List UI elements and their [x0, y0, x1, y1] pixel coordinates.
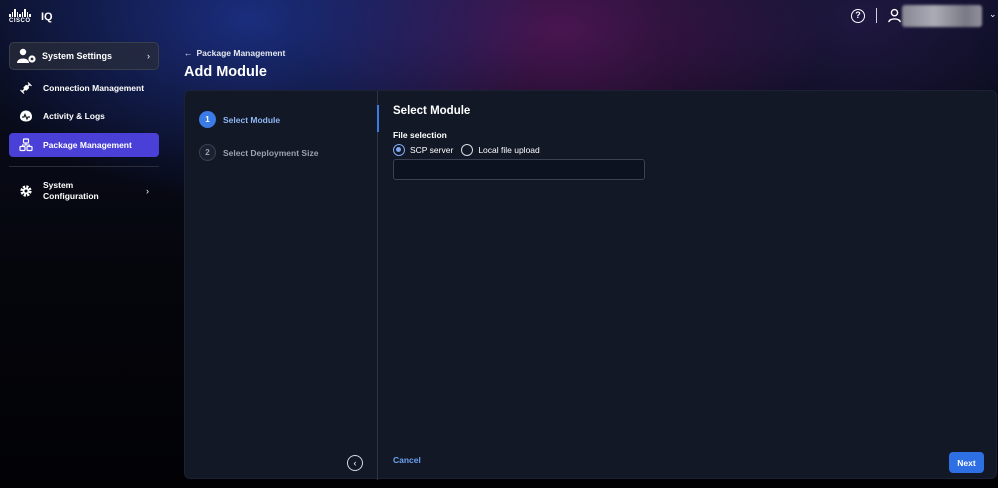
next-button[interactable]: Next	[949, 452, 984, 473]
system-settings-header[interactable]: System Settings ›	[9, 42, 159, 70]
wizard-step-1[interactable]: 1 Select Module	[199, 111, 280, 128]
cancel-button[interactable]: Cancel	[393, 455, 421, 465]
scp-server-input[interactable]	[393, 159, 645, 180]
page-title: Add Module	[184, 64, 267, 80]
active-step-indicator	[377, 105, 379, 132]
sidebar-item-activity-logs[interactable]: Activity & Logs	[9, 104, 159, 128]
plug-icon	[20, 82, 32, 94]
arrow-left-icon: ←	[184, 48, 193, 58]
top-bar: CISCO IQ ? ⌄	[0, 0, 998, 32]
activity-icon	[20, 110, 32, 122]
file-selection-label: File selection	[393, 130, 447, 140]
radio-indicator[interactable]	[393, 144, 405, 156]
wizard-steps: 1 Select Module 2 Select Deployment Size…	[185, 91, 378, 480]
cisco-iq-logo[interactable]: CISCO IQ	[9, 9, 53, 25]
wizard-panel: 1 Select Module 2 Select Deployment Size…	[184, 90, 997, 480]
top-divider	[876, 8, 877, 23]
cisco-logo-icon: CISCO	[9, 9, 31, 25]
sidebar-item-label: Package Management	[43, 139, 132, 150]
radio-label: Local file upload	[478, 145, 540, 155]
sidebar-item-label: Activity & Logs	[43, 110, 105, 121]
gear-icon	[20, 185, 32, 197]
chevron-down-icon[interactable]: ⌄	[989, 9, 997, 20]
step-number: 2	[199, 144, 216, 161]
chevron-left-icon: ‹	[353, 458, 357, 468]
radio-local-file-upload[interactable]: Local file upload	[461, 144, 540, 156]
logo-word: CISCO	[9, 18, 31, 24]
sidebar-item-label: System Configuration	[43, 180, 99, 201]
chevron-right-icon: ›	[146, 186, 149, 196]
package-icon	[19, 138, 33, 152]
breadcrumb[interactable]: ← Package Management	[184, 48, 285, 58]
sidebar-item-package-management[interactable]: Package Management	[9, 133, 159, 157]
radio-scp-server[interactable]: SCP server	[393, 144, 453, 156]
radio-indicator[interactable]	[461, 144, 474, 156]
chevron-right-icon: ›	[147, 51, 150, 61]
breadcrumb-label: Package Management	[196, 48, 286, 58]
step-label: Select Deployment Size	[223, 147, 319, 158]
sidebar-divider	[9, 166, 159, 167]
user-settings-icon	[17, 48, 36, 63]
system-settings-label: System Settings	[42, 51, 113, 61]
sidebar-item-label: Connection Management	[43, 82, 145, 93]
step-label: Select Module	[223, 114, 281, 125]
collapse-steps-button[interactable]: ‹	[347, 455, 363, 471]
help-circle-icon[interactable]: ?	[851, 9, 865, 23]
sidebar-item-system-configuration[interactable]: System Configuration ›	[9, 176, 159, 206]
user-name-redacted[interactable]	[902, 5, 982, 27]
sidebar-item-connection-management[interactable]: Connection Management	[9, 76, 159, 100]
file-selection-radio-group: SCP server Local file upload	[393, 144, 548, 156]
user-icon[interactable]	[887, 8, 902, 23]
section-title: Select Module	[393, 105, 471, 117]
wizard-step-2[interactable]: 2 Select Deployment Size	[199, 144, 318, 161]
logo-suffix: IQ	[41, 11, 53, 23]
radio-label: SCP server	[410, 145, 454, 155]
step-number: 1	[199, 111, 216, 128]
